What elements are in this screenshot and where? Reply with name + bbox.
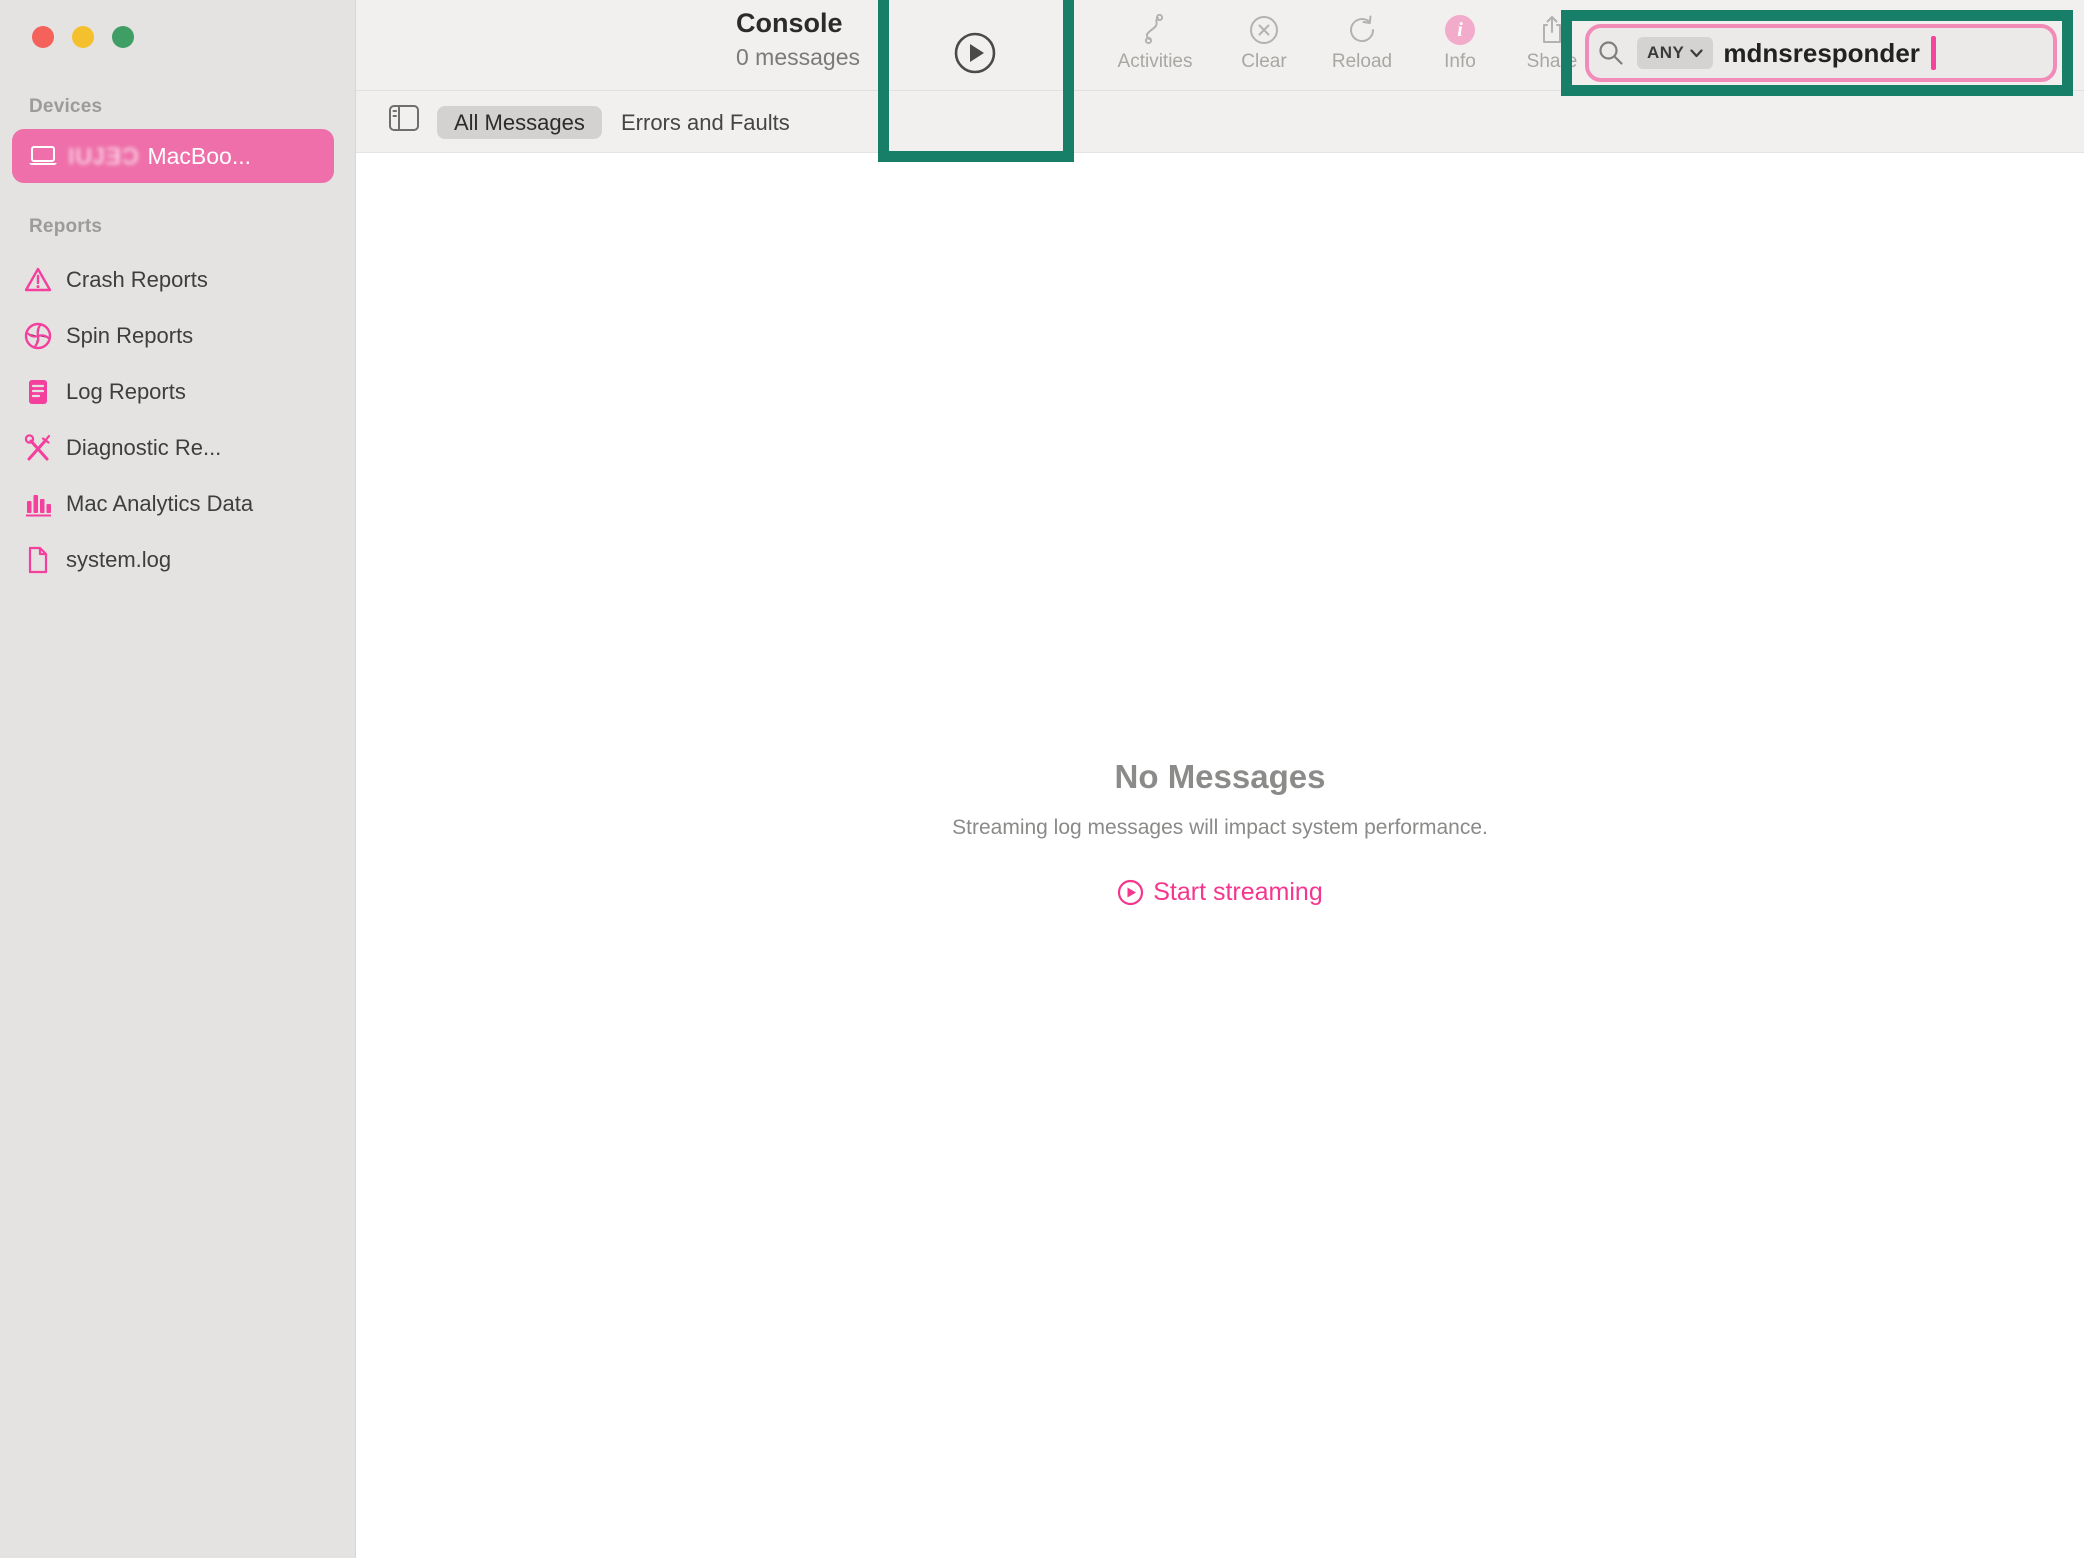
sidebar-item-label: Log Reports — [66, 379, 186, 405]
pinwheel-icon — [22, 320, 54, 352]
search-scope-token[interactable]: ANY — [1637, 37, 1713, 69]
close-window-button[interactable] — [32, 26, 54, 48]
chevron-down-icon — [1690, 49, 1703, 58]
reload-label: Reload — [1312, 51, 1412, 73]
minimize-window-button[interactable] — [72, 26, 94, 48]
message-area: No Messages Streaming log messages will … — [356, 153, 2084, 1558]
title-block: Console 0 messages — [736, 8, 860, 71]
wrench-screwdriver-icon — [22, 432, 54, 464]
activities-label: Activities — [1105, 51, 1205, 73]
document-lines-icon — [22, 376, 54, 408]
reload-icon — [1312, 12, 1412, 48]
devices-section-header: Devices — [29, 96, 102, 118]
sidebar-item-crash-reports[interactable]: Crash Reports — [0, 252, 356, 308]
device-name: MacBoo... — [147, 143, 251, 170]
clear-circle-x-icon — [1214, 12, 1314, 48]
sidebar: Devices IUJƎƆ MacBoo... Reports — [0, 0, 356, 1558]
message-filter-bar: All Messages Errors and Faults — [356, 91, 2084, 153]
start-streaming-label: Start streaming — [1153, 878, 1323, 907]
sidebar-item-diagnostic-reports[interactable]: Diagnostic Re... — [0, 420, 356, 476]
search-scope-label: ANY — [1647, 43, 1684, 63]
blank-document-icon — [22, 544, 54, 576]
sidebar-item-mac-analytics-data[interactable]: Mac Analytics Data — [0, 476, 356, 532]
sidebar-item-label: Spin Reports — [66, 323, 193, 349]
info-button[interactable]: i Info — [1410, 12, 1510, 73]
activities-button[interactable]: Activities — [1105, 12, 1205, 73]
text-cursor — [1931, 36, 1936, 70]
reports-section-header: Reports — [29, 216, 102, 238]
device-name-obscured: IUJƎƆ — [68, 143, 139, 170]
start-streaming-link[interactable]: Start streaming — [356, 878, 2084, 907]
clear-label: Clear — [1214, 51, 1314, 73]
page-title: Console — [736, 8, 860, 39]
sidebar-item-label: Mac Analytics Data — [66, 491, 253, 517]
warning-triangle-icon — [22, 264, 54, 296]
sidebar-item-label: Crash Reports — [66, 267, 208, 293]
activities-route-icon — [1105, 12, 1205, 48]
reports-list: Crash Reports Spin Reports — [0, 252, 356, 588]
sidebar-item-device-macbook[interactable]: IUJƎƆ MacBoo... — [12, 129, 334, 183]
tab-all-messages[interactable]: All Messages — [437, 106, 602, 139]
laptop-icon — [28, 145, 58, 167]
search-field[interactable]: ANY — [1585, 24, 2057, 82]
message-count: 0 messages — [736, 44, 860, 71]
empty-state-subtitle: Streaming log messages will impact syste… — [356, 816, 2084, 840]
info-icon: i — [1410, 12, 1510, 48]
sidebar-item-label: system.log — [66, 547, 171, 573]
tab-errors-and-faults[interactable]: Errors and Faults — [621, 106, 790, 139]
bar-chart-icon — [22, 488, 54, 520]
info-label: Info — [1410, 51, 1510, 73]
search-icon — [1597, 39, 1625, 67]
sidebar-toggle-icon[interactable] — [388, 103, 420, 133]
console-window: Devices IUJƎƆ MacBoo... Reports — [0, 0, 2084, 1558]
reload-button[interactable]: Reload — [1312, 12, 1412, 73]
sidebar-item-log-reports[interactable]: Log Reports — [0, 364, 356, 420]
empty-state-title: No Messages — [356, 758, 2084, 796]
search-input[interactable] — [1723, 38, 1931, 69]
sidebar-item-spin-reports[interactable]: Spin Reports — [0, 308, 356, 364]
clear-button[interactable]: Clear — [1214, 12, 1314, 73]
zoom-window-button[interactable] — [112, 26, 134, 48]
sidebar-item-system-log[interactable]: system.log — [0, 532, 356, 588]
play-circle-icon — [952, 30, 998, 76]
play-circle-icon — [1117, 879, 1144, 906]
sidebar-item-label: Diagnostic Re... — [66, 435, 221, 461]
